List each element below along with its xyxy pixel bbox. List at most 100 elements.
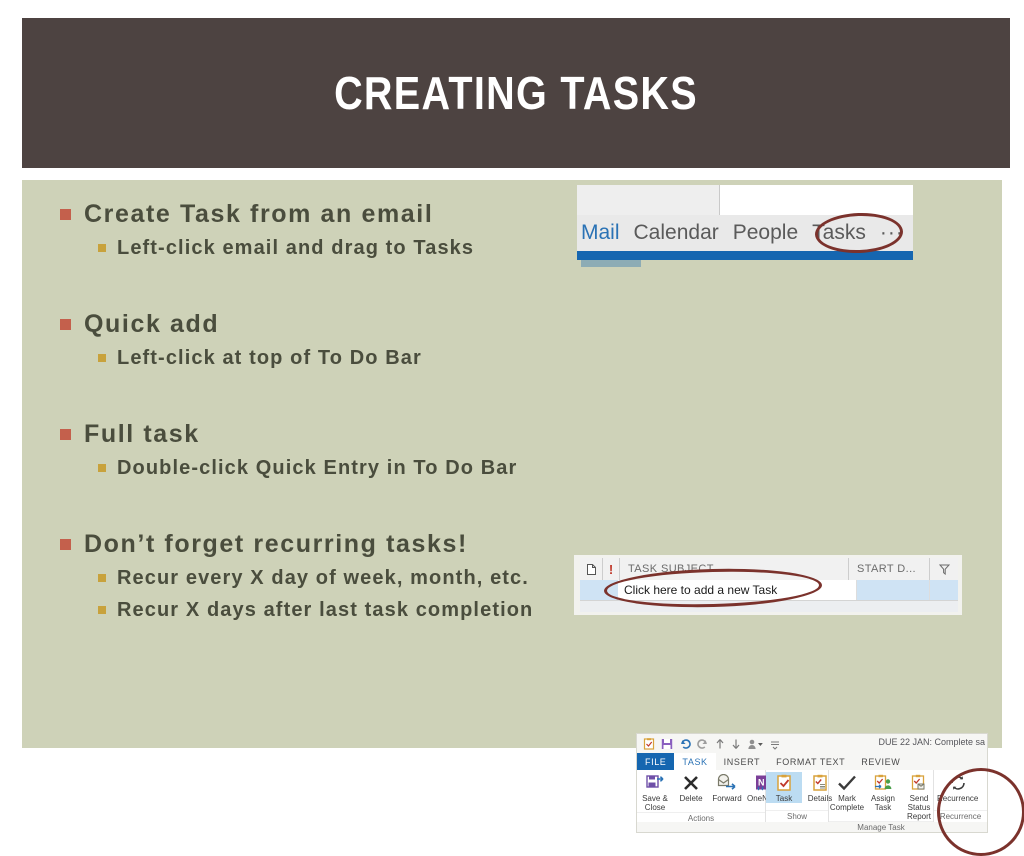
navbar-pane-right [720, 185, 913, 215]
assign-task-icon [873, 772, 893, 793]
button-label-line2: Report [906, 812, 931, 821]
bullet-level1: Create Task from an email [60, 196, 620, 232]
ribbon-tabs: FILE TASK INSERT FORMAT TEXT REVIEW [637, 753, 987, 770]
button-label-line1: Delete [679, 794, 703, 803]
bullet-text: Recur every X day of week, month, etc. [117, 567, 529, 589]
quick-access-toolbar: DUE 22 JAN: Complete sa [637, 734, 987, 753]
button-label-line1: Send Status [907, 794, 931, 812]
row-cell-start-date [856, 580, 929, 600]
bullet-level1: Quick add [60, 306, 620, 342]
bullet-level2: Double-click Quick Entry in To Do Bar [98, 452, 620, 484]
bullet-level2: Recur X days after last task completion [98, 594, 620, 626]
nav-item-calendar[interactable]: Calendar [634, 221, 719, 245]
ribbon-group-buttons: Save & Close Delete Forward N OneNote [637, 770, 779, 812]
save-close-icon [645, 772, 665, 793]
bullet-level1: Don’t forget recurring tasks! [60, 526, 620, 562]
task-clipboard-icon [775, 772, 793, 793]
navbar-panes [577, 185, 913, 215]
ribbon-group-label: Show [766, 810, 828, 822]
forward-button[interactable]: Forward [709, 772, 745, 803]
bullet-text: Don’t forget recurring tasks! [84, 530, 468, 558]
ribbon-group-buttons: Mark Complete Assign Task Send Status Re… [829, 770, 933, 821]
save-and-close-button[interactable]: Save & Close [637, 772, 673, 812]
up-arrow-icon[interactable] [715, 738, 725, 750]
bullet-text: Create Task from an email [84, 200, 434, 228]
mark-complete-button[interactable]: Mark Complete [829, 772, 865, 812]
bullet-marker-icon [98, 574, 106, 582]
bullet-marker-icon [98, 354, 106, 362]
delete-x-icon [682, 772, 700, 793]
tab-file[interactable]: FILE [637, 753, 675, 770]
ribbon-group-manage-task: Mark Complete Assign Task Send Status Re… [829, 770, 934, 832]
save-icon[interactable] [661, 738, 673, 750]
delete-button[interactable]: Delete [673, 772, 709, 803]
bullet-level1: Full task [60, 416, 620, 452]
bullet-text: Left-click email and drag to Tasks [117, 237, 475, 259]
bullet-text: Quick add [84, 310, 220, 338]
button-label-line1: Forward [712, 794, 742, 803]
slide: CREATING TASKS Create Task from an email… [0, 0, 1024, 856]
tab-review[interactable]: REVIEW [853, 753, 908, 770]
task-view-button[interactable]: Task [766, 772, 802, 803]
bullet-marker-icon [98, 606, 106, 614]
slide-title-bar: CREATING TASKS [22, 18, 1010, 168]
down-arrow-icon[interactable] [731, 738, 741, 750]
ribbon-group-show: Task Details Show [766, 770, 832, 822]
button-label-line2: Close [644, 803, 666, 812]
button-label-line1: Save & [642, 794, 668, 803]
nav-item-people[interactable]: People [733, 221, 798, 245]
bullet-marker-icon [60, 539, 71, 550]
send-status-icon [909, 772, 929, 793]
bullet-level2: Recur every X day of week, month, etc. [98, 562, 620, 594]
forward-envelope-icon [717, 772, 737, 793]
tab-format-text[interactable]: FORMAT TEXT [768, 753, 853, 770]
page-title: CREATING TASKS [334, 67, 698, 119]
button-label-line2: Complete [829, 803, 865, 812]
bullet-level2: Left-click at top of To Do Bar [98, 342, 620, 374]
outlook-navbar-screenshot: Mail Calendar People Tasks ··· [577, 185, 915, 267]
slide-body-panel: Create Task from an email Left-click ema… [22, 180, 1024, 856]
button-label-line1: Mark [838, 794, 856, 803]
customize-toolbar-icon[interactable] [769, 738, 781, 750]
tab-insert[interactable]: INSERT [716, 753, 768, 770]
page-icon [580, 558, 602, 580]
button-label-line1: Assign [870, 794, 895, 803]
row-cell-flag [929, 580, 958, 600]
outlook-ribbon-screenshot: DUE 22 JAN: Complete sa FILE TASK INSERT… [636, 733, 1024, 856]
column-header-start-date[interactable]: START D... [848, 558, 929, 580]
bullet-marker-icon [60, 209, 71, 220]
tab-task[interactable]: TASK [674, 753, 716, 770]
assign-task-button[interactable]: Assign Task [865, 772, 901, 812]
undo-icon[interactable] [679, 738, 691, 750]
button-label-line2: Task [874, 803, 892, 812]
bullet-marker-icon [98, 464, 106, 472]
bullet-marker-icon [98, 244, 106, 252]
bullet-text: Full task [84, 420, 200, 448]
ribbon-group-label: Actions [637, 812, 765, 824]
ribbon-group-actions: Save & Close Delete Forward N OneNote Ac… [637, 770, 779, 824]
importance-icon[interactable]: ! [602, 558, 620, 580]
ribbon-group-label: Manage Task [829, 821, 933, 833]
redo-icon[interactable] [697, 738, 709, 750]
bullet-marker-icon [60, 319, 71, 330]
bullet-text: Left-click at top of To Do Bar [117, 347, 422, 369]
button-label-line1: Task [775, 794, 793, 803]
annotation-ellipse-recurrence [937, 768, 1024, 856]
navbar-partial-row [581, 259, 641, 267]
ribbon-group-buttons: Task Details [766, 770, 832, 810]
nav-item-mail[interactable]: Mail [581, 221, 620, 245]
flag-icon[interactable] [929, 558, 958, 580]
ribbon-body: Save & Close Delete Forward N OneNote Ac… [637, 770, 987, 832]
bullet-level2: Left-click email and drag to Tasks [98, 232, 620, 264]
bullet-marker-icon [60, 429, 71, 440]
send-status-report-button[interactable]: Send Status Report [901, 772, 937, 821]
task-icon[interactable] [643, 737, 655, 750]
bullet-text: Recur X days after last task completion [117, 599, 534, 621]
person-icon[interactable] [747, 738, 763, 750]
task-list-screenshot: ! TASK SUBJECT START D... Click here to … [574, 555, 962, 615]
bullet-text: Double-click Quick Entry in To Do Bar [117, 457, 518, 479]
bullet-list: Create Task from an email Left-click ema… [60, 196, 620, 626]
